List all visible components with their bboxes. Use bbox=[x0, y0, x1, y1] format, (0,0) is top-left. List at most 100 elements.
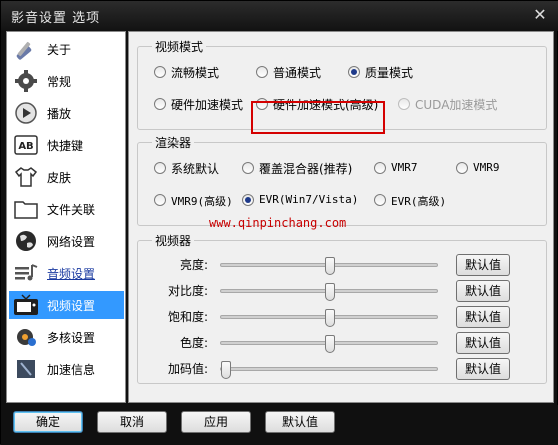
sidebar-item-file-association[interactable]: 文件关联 bbox=[9, 195, 124, 223]
sidebar-item-acceleration[interactable]: 加速信息 bbox=[9, 355, 124, 383]
keyboard-ab-icon: AB bbox=[14, 135, 38, 155]
radio-circle bbox=[154, 194, 166, 206]
tv-icon bbox=[14, 294, 38, 315]
window-title: 影音设置 选项 bbox=[11, 11, 101, 26]
highlight-box bbox=[251, 101, 385, 134]
sidebar-item-audio[interactable]: 音频设置 bbox=[9, 259, 124, 287]
radio-normal-mode[interactable]: 普通模式 bbox=[256, 63, 346, 81]
radio-circle bbox=[374, 162, 386, 174]
sidebar-item-hotkeys[interactable]: AB 快捷键 bbox=[9, 131, 124, 159]
settings-window: 影音设置 选项 ✕ 关于 常规 播放 AB 快捷键 皮肤 文件关联 网络设置 音… bbox=[0, 0, 558, 445]
dialog-button-bar: 确定 取消 应用 默认值 bbox=[1, 405, 558, 445]
ok-button[interactable]: 确定 bbox=[13, 411, 83, 433]
radio-evr-win7-vista[interactable]: EVR(Win7/Vista) bbox=[242, 191, 370, 209]
default-button[interactable]: 默认值 bbox=[265, 411, 335, 433]
radio-smooth-mode[interactable]: 流畅模式 bbox=[154, 63, 244, 81]
sidebar: 关于 常规 播放 AB 快捷键 皮肤 文件关联 网络设置 音频设置 视频设置 多… bbox=[6, 31, 126, 403]
play-icon bbox=[15, 102, 37, 124]
slider-row: 加码值: 默认值 bbox=[138, 357, 542, 381]
slider-thumb[interactable] bbox=[325, 335, 335, 353]
slider-track[interactable] bbox=[220, 309, 438, 327]
reset-default-button[interactable]: 默认值 bbox=[456, 254, 510, 276]
radio-quality-mode[interactable]: 质量模式 bbox=[348, 63, 438, 81]
slider-thumb[interactable] bbox=[325, 309, 335, 327]
sidebar-item-multicore[interactable]: 多核设置 bbox=[9, 323, 124, 351]
sidebar-item-label: 常规 bbox=[47, 75, 72, 89]
video-adjust-group: 视频器 亮度: 默认值 对比度: 默认值 饱和度: 默认值 色度: 默认值 加码值: 默认值 bbox=[137, 232, 547, 384]
slider-row: 亮度: 默认值 bbox=[138, 253, 542, 277]
sidebar-item-video[interactable]: 视频设置 bbox=[9, 291, 124, 319]
radio-circle bbox=[154, 162, 166, 174]
sidebar-item-label: 多核设置 bbox=[47, 331, 96, 345]
tools-icon bbox=[16, 41, 32, 60]
radio-circle bbox=[154, 98, 166, 110]
slider-row: 色度: 默认值 bbox=[138, 331, 542, 355]
sidebar-item-label: 文件关联 bbox=[47, 203, 96, 217]
sidebar-item-network[interactable]: 网络设置 bbox=[9, 227, 124, 255]
sidebar-item-label: 关于 bbox=[47, 43, 72, 57]
globe-icon bbox=[16, 231, 36, 251]
sidebar-item-general[interactable]: 常规 bbox=[9, 67, 124, 95]
slider-label: 亮度: bbox=[179, 258, 208, 272]
slider-thumb[interactable] bbox=[325, 283, 335, 301]
slider-track[interactable] bbox=[220, 257, 438, 275]
apply-button[interactable]: 应用 bbox=[181, 411, 251, 433]
radio-vmr9-advanced[interactable]: VMR9(高级) bbox=[154, 191, 244, 209]
sidebar-item-label: 网络设置 bbox=[47, 235, 96, 249]
reset-default-button[interactable]: 默认值 bbox=[456, 332, 510, 354]
chip-icon bbox=[17, 360, 35, 378]
audio-icon bbox=[15, 264, 38, 281]
sidebar-item-label: 快捷键 bbox=[47, 139, 84, 153]
sidebar-item-playback[interactable]: 播放 bbox=[9, 99, 124, 127]
slider-track[interactable] bbox=[220, 283, 438, 301]
slider-thumb[interactable] bbox=[221, 361, 231, 379]
renderer-group: 渲染器 系统默认 覆盖混合器(推荐) VMR7 VMR9 VMR9(高级) EV… bbox=[137, 134, 547, 226]
sidebar-item-about[interactable]: 关于 bbox=[9, 35, 124, 63]
radio-circle bbox=[348, 66, 360, 78]
radio-circle bbox=[256, 66, 268, 78]
radio-circle bbox=[154, 66, 166, 78]
reset-default-button[interactable]: 默认值 bbox=[456, 280, 510, 302]
radio-vmr9[interactable]: VMR9 bbox=[456, 159, 516, 177]
slider-row: 对比度: 默认值 bbox=[138, 279, 542, 303]
slider-label: 色度: bbox=[179, 336, 208, 350]
radio-overlay-mixer[interactable]: 覆盖混合器(推荐) bbox=[242, 159, 362, 177]
svg-text:AB: AB bbox=[18, 141, 33, 152]
radio-circle bbox=[242, 162, 254, 174]
group-title: 渲染器 bbox=[152, 134, 195, 151]
slider-track[interactable] bbox=[220, 335, 438, 353]
radio-circle bbox=[374, 194, 386, 206]
slider-track[interactable] bbox=[220, 361, 438, 379]
radio-hw-accel-mode[interactable]: 硬件加速模式 bbox=[154, 95, 254, 113]
gear-icon bbox=[15, 70, 37, 92]
close-icon[interactable]: ✕ bbox=[529, 5, 551, 25]
folder-icon bbox=[14, 201, 38, 219]
radio-cuda-accel-mode: CUDA加速模式 bbox=[398, 95, 508, 113]
cancel-button[interactable]: 取消 bbox=[97, 411, 167, 433]
radio-circle bbox=[456, 162, 468, 174]
shirt-icon bbox=[14, 167, 38, 187]
slider-thumb[interactable] bbox=[325, 257, 335, 275]
video-mode-group: 视频模式 流畅模式 普通模式 质量模式 硬件加速模式 硬件加速模式(高级) CU… bbox=[137, 38, 547, 134]
radio-circle bbox=[242, 194, 254, 206]
video-settings-panel: 视频模式 流畅模式 普通模式 质量模式 硬件加速模式 硬件加速模式(高级) CU… bbox=[128, 31, 554, 403]
sidebar-item-label: 加速信息 bbox=[47, 363, 96, 377]
watermark-text: www.qinpinchang.com bbox=[209, 216, 347, 230]
group-title: 视频器 bbox=[152, 232, 195, 249]
radio-vmr7[interactable]: VMR7 bbox=[374, 159, 434, 177]
slider-label: 对比度: bbox=[167, 284, 208, 298]
sidebar-item-label: 播放 bbox=[47, 107, 72, 121]
group-title: 视频模式 bbox=[152, 38, 207, 55]
slider-label: 加码值: bbox=[167, 362, 208, 376]
cpu-gear-icon bbox=[17, 329, 36, 346]
sidebar-item-label: 皮肤 bbox=[47, 171, 72, 185]
slider-row: 饱和度: 默认值 bbox=[138, 305, 542, 329]
slider-label: 饱和度: bbox=[167, 310, 208, 324]
reset-default-button[interactable]: 默认值 bbox=[456, 306, 510, 328]
radio-system-default[interactable]: 系统默认 bbox=[154, 159, 234, 177]
reset-default-button[interactable]: 默认值 bbox=[456, 358, 510, 380]
title-bar: 影音设置 选项 ✕ bbox=[1, 1, 558, 31]
radio-evr-advanced[interactable]: EVR(高级) bbox=[374, 191, 464, 209]
radio-circle bbox=[398, 98, 410, 110]
sidebar-item-skins[interactable]: 皮肤 bbox=[9, 163, 124, 191]
